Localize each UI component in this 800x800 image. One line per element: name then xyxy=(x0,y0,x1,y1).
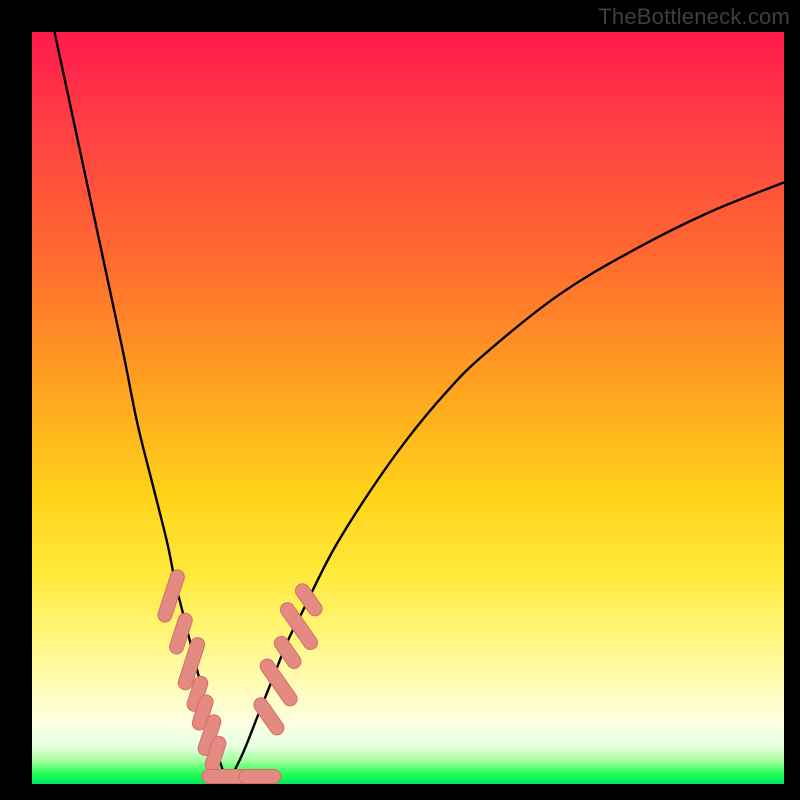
chart-frame: TheBottleneck.com xyxy=(0,0,800,800)
curve-left_branch xyxy=(55,32,228,784)
curve-right_branch xyxy=(228,182,784,784)
watermark-text: TheBottleneck.com xyxy=(598,4,790,30)
curve-layer xyxy=(32,32,784,784)
plot-area xyxy=(32,32,784,784)
data-marker xyxy=(239,769,281,783)
